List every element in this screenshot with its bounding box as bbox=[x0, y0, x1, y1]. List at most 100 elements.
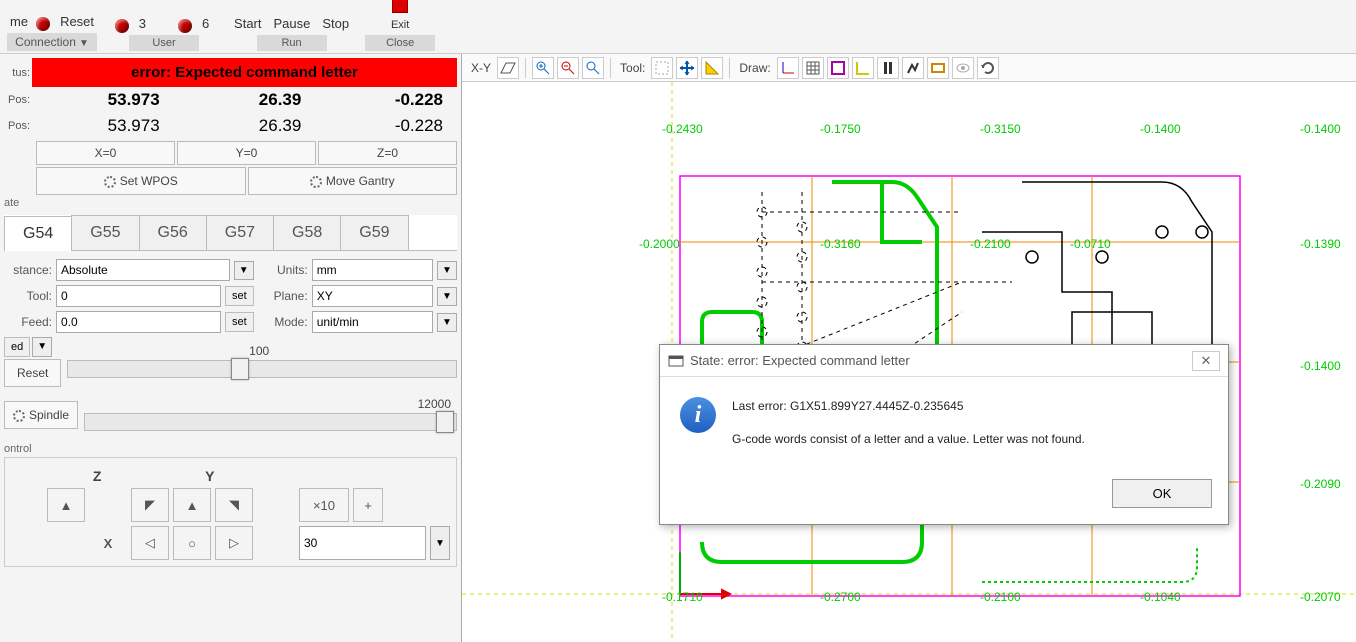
wpos-label: Pos: bbox=[4, 120, 32, 132]
spindle-slider[interactable] bbox=[84, 413, 457, 431]
info-icon: i bbox=[680, 397, 716, 433]
draw-eye-icon[interactable] bbox=[952, 57, 974, 79]
mode-dropdown-icon[interactable]: ▼ bbox=[437, 313, 457, 332]
draw-refresh-icon[interactable] bbox=[977, 57, 999, 79]
top-toolbar: me Reset Connection ▼ 3 6 User Start Pau… bbox=[0, 0, 1356, 54]
coord-15: -0.2100 bbox=[980, 590, 1021, 604]
plane-select[interactable]: XY bbox=[312, 285, 433, 307]
coord-8: -0.2100 bbox=[970, 237, 1011, 251]
step-dropdown-icon[interactable]: ▼ bbox=[430, 526, 450, 560]
coord-12: -0.2090 bbox=[1300, 477, 1341, 491]
move-gantry-button[interactable]: Move Gantry bbox=[248, 167, 458, 195]
tab-g54[interactable]: G54 bbox=[4, 216, 72, 251]
set-wpos-button[interactable]: Set WPOS bbox=[36, 167, 246, 195]
tab-g57[interactable]: G57 bbox=[206, 215, 274, 250]
speed-dropdown-icon[interactable]: ▼ bbox=[32, 337, 52, 357]
wpos-x: 53.973 bbox=[32, 116, 174, 136]
mode-label: Mode: bbox=[260, 315, 308, 329]
draw-origin-icon[interactable] bbox=[852, 57, 874, 79]
units-dropdown-icon[interactable]: ▼ bbox=[437, 261, 457, 280]
draw-rect-icon[interactable] bbox=[927, 57, 949, 79]
zero-y-button[interactable]: Y=0 bbox=[177, 141, 316, 165]
feed-label: Feed: bbox=[4, 315, 52, 329]
user-group-label: User bbox=[129, 35, 199, 51]
y-up-button[interactable]: ▲ bbox=[173, 488, 211, 522]
zoom-out-icon[interactable] bbox=[557, 57, 579, 79]
y-up-right-button[interactable]: ◥ bbox=[215, 488, 253, 522]
zero-x-button[interactable]: X=0 bbox=[36, 141, 175, 165]
x-axis-label: X bbox=[89, 526, 127, 560]
home-button[interactable]: me bbox=[6, 12, 32, 31]
wpos-y: 26.39 bbox=[174, 116, 316, 136]
exit-icon[interactable] bbox=[392, 0, 408, 13]
feed-set-button[interactable]: set bbox=[225, 312, 254, 332]
z-axis-label: Z bbox=[93, 468, 102, 484]
draw-bounds-icon[interactable] bbox=[827, 57, 849, 79]
exit-button[interactable]: Exit bbox=[387, 17, 413, 33]
distance-select[interactable]: Absolute bbox=[56, 259, 230, 281]
draw-grid-icon[interactable] bbox=[802, 57, 824, 79]
center-button[interactable]: ○ bbox=[173, 526, 211, 560]
step-plus-button[interactable]: + bbox=[353, 488, 383, 522]
tab-g58[interactable]: G58 bbox=[273, 215, 341, 250]
feed-input[interactable] bbox=[56, 311, 221, 333]
left-panel: tus: error: Expected command letter Pos:… bbox=[0, 54, 462, 642]
jog-3-icon bbox=[115, 19, 129, 33]
control-section-label: ontrol bbox=[4, 443, 457, 455]
stop-button[interactable]: Stop bbox=[318, 14, 353, 33]
tool-select-icon[interactable] bbox=[651, 57, 673, 79]
mpos-x: 53.973 bbox=[32, 90, 174, 110]
tool-pan-icon[interactable] bbox=[676, 57, 698, 79]
dialog-icon bbox=[668, 353, 684, 369]
distance-dropdown-icon[interactable]: ▼ bbox=[234, 261, 254, 280]
coord-2: -0.1750 bbox=[820, 122, 861, 136]
speed-reset-button[interactable]: Reset bbox=[4, 359, 61, 387]
spindle-button[interactable]: Spindle bbox=[4, 401, 78, 429]
tool-label: Tool: bbox=[4, 289, 52, 303]
status-error-text: error: Expected command letter bbox=[32, 58, 457, 87]
coord-5: -0.1400 bbox=[1300, 122, 1341, 136]
state-section-label: ate bbox=[4, 197, 457, 209]
connection-group-label[interactable]: Connection ▼ bbox=[7, 33, 97, 51]
x-right-button[interactable]: ▷ bbox=[215, 526, 253, 560]
coord-1: -0.2430 bbox=[662, 122, 703, 136]
zoom-fit-icon[interactable] bbox=[582, 57, 604, 79]
draw-rapids-icon[interactable] bbox=[902, 57, 924, 79]
units-label: Units: bbox=[260, 263, 308, 277]
x-left-button[interactable]: ◁ bbox=[131, 526, 169, 560]
tool-input[interactable] bbox=[56, 285, 221, 307]
coord-13: -0.1710 bbox=[662, 590, 703, 604]
mpos-label: Pos: bbox=[4, 94, 32, 106]
error-dialog: State: error: Expected command letter ✕ … bbox=[659, 344, 1229, 525]
tool-measure-icon[interactable] bbox=[701, 57, 723, 79]
draw-axes-icon[interactable] bbox=[777, 57, 799, 79]
jog-6-button[interactable]: 6 bbox=[198, 14, 213, 33]
zero-z-button[interactable]: Z=0 bbox=[318, 141, 457, 165]
draw-layers-icon[interactable] bbox=[877, 57, 899, 79]
tab-g59[interactable]: G59 bbox=[340, 215, 408, 250]
units-select[interactable]: mm bbox=[312, 259, 433, 281]
spindle-icon bbox=[13, 410, 25, 422]
y-up-left-button[interactable]: ◤ bbox=[131, 488, 169, 522]
step-mult-button[interactable]: ×10 bbox=[299, 488, 349, 522]
tab-g55[interactable]: G55 bbox=[71, 215, 139, 250]
z-up-button[interactable]: ▲ bbox=[47, 488, 85, 522]
speed-slider[interactable] bbox=[67, 360, 457, 378]
zoom-in-icon[interactable] bbox=[532, 57, 554, 79]
tool-set-button[interactable]: set bbox=[225, 286, 254, 306]
dialog-ok-button[interactable]: OK bbox=[1112, 479, 1212, 508]
coord-14: -0.2700 bbox=[820, 590, 861, 604]
perspective-icon[interactable] bbox=[497, 57, 519, 79]
mode-select[interactable]: unit/min bbox=[312, 311, 433, 333]
xy-view-label[interactable]: X-Y bbox=[468, 61, 494, 75]
plane-label: Plane: bbox=[260, 289, 308, 303]
tab-g56[interactable]: G56 bbox=[139, 215, 207, 250]
jog-3-button[interactable]: 3 bbox=[135, 14, 150, 33]
step-size-input[interactable] bbox=[299, 526, 426, 560]
pause-button[interactable]: Pause bbox=[270, 14, 315, 33]
start-button[interactable]: Start bbox=[230, 14, 265, 33]
reset-button[interactable]: Reset bbox=[56, 12, 98, 31]
dialog-close-button[interactable]: ✕ bbox=[1192, 351, 1220, 371]
tool-label-canvas: Tool: bbox=[617, 61, 648, 75]
plane-dropdown-icon[interactable]: ▼ bbox=[437, 287, 457, 306]
